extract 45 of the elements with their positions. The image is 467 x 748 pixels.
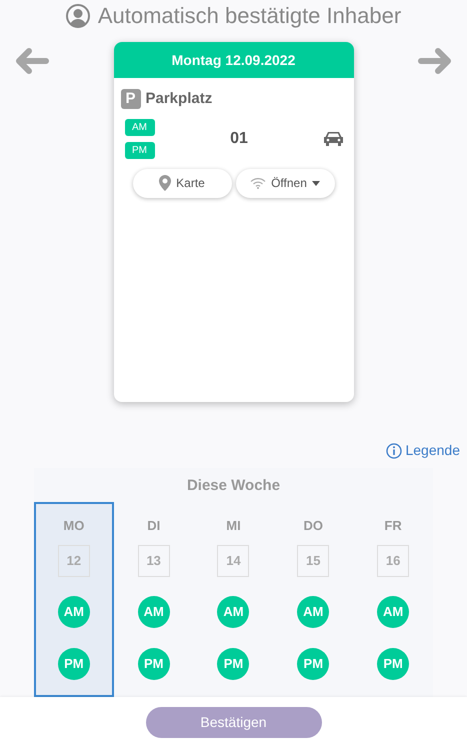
- slot-toggle[interactable]: PM: [217, 648, 250, 680]
- info-icon: [386, 442, 402, 458]
- slot-toggle[interactable]: AM: [138, 596, 170, 628]
- location-name: Parkplatz: [146, 89, 212, 109]
- day-column[interactable]: DI 13 AM PM: [114, 502, 194, 697]
- car-icon: [324, 131, 342, 146]
- date-label: 16: [377, 545, 410, 577]
- day-column[interactable]: FR 16 AM PM: [353, 502, 433, 697]
- week-title: Diese Woche: [186, 476, 282, 496]
- slot-toggle[interactable]: AM: [58, 596, 90, 628]
- map-button[interactable]: Karte: [132, 168, 232, 198]
- legend-link[interactable]: Legende: [386, 440, 460, 461]
- weekday-label: DI: [147, 516, 160, 534]
- left-arrow-icon[interactable]: [14, 47, 50, 75]
- day-column[interactable]: MI 14 AM PM: [194, 502, 274, 697]
- slot-toggle[interactable]: PM: [58, 648, 90, 680]
- slot-toggle[interactable]: AM: [297, 596, 330, 628]
- day-column[interactable]: DO 15 AM PM: [273, 502, 354, 697]
- weekday-label: MO: [63, 516, 84, 534]
- caret-icon: [312, 180, 320, 186]
- slot-toggle[interactable]: AM: [377, 596, 410, 628]
- day-column[interactable]: MO 12 AM PM: [34, 502, 114, 697]
- date-label: 14: [217, 545, 250, 577]
- slot-toggle[interactable]: PM: [377, 648, 410, 680]
- slot-toggle[interactable]: AM: [217, 596, 250, 628]
- slot-toggle[interactable]: PM: [138, 648, 170, 680]
- date-label: 13: [138, 545, 170, 577]
- user-avatar-icon: [66, 4, 90, 28]
- slot-badge: PM: [124, 142, 154, 158]
- slot-badge: AM: [124, 118, 154, 136]
- weekday-label: DO: [304, 516, 324, 534]
- card-date: Montag 12.09.2022: [172, 50, 296, 70]
- location-pin-icon: [159, 175, 172, 191]
- open-button[interactable]: Öffnen: [236, 168, 334, 198]
- right-arrow-icon[interactable]: [417, 47, 453, 75]
- wifi-icon: [250, 177, 266, 189]
- date-label: 12: [58, 545, 90, 577]
- slot-toggle[interactable]: PM: [297, 648, 330, 680]
- weekday-label: MI: [226, 516, 241, 534]
- spot-number: 01: [229, 128, 249, 148]
- date-label: 15: [297, 545, 330, 577]
- page-title: Automatisch bestätigte Inhaber: [98, 3, 402, 29]
- parking-icon: P: [120, 89, 140, 110]
- weekday-label: FR: [384, 516, 402, 534]
- confirm-button[interactable]: Bestätigen: [146, 707, 322, 738]
